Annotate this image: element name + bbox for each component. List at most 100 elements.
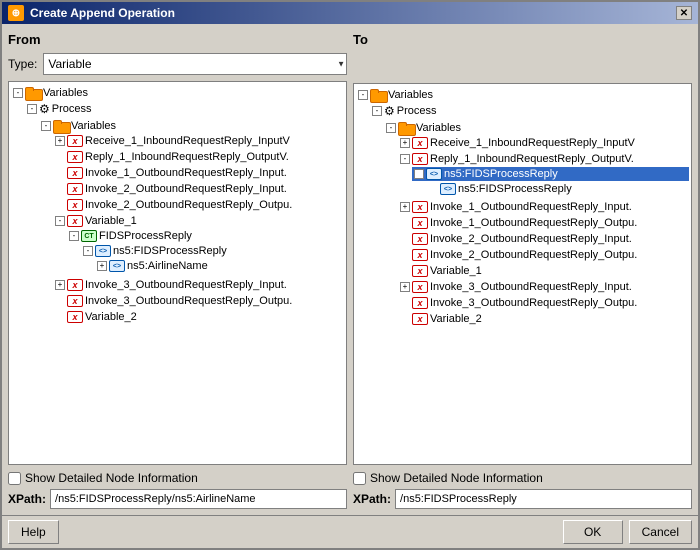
complex-icon: CT [81,230,97,242]
from-tree[interactable]: - Variables - ⚙ Process [8,81,347,465]
to-invoke2-out[interactable]: x Invoke_2_OutboundRequestReply_Outpu. [398,248,689,262]
from-receive1[interactable]: + x Receive_1_InboundRequestReply_InputV [53,134,344,148]
expand-btn[interactable]: - [372,106,382,116]
expand-btn[interactable]: + [400,282,410,292]
folder-icon [370,88,386,101]
from-invoke3-out[interactable]: x Invoke_3_OutboundRequestReply_Outpu. [53,294,344,308]
tree-node: x Invoke_1_OutboundRequestReply_Input. [53,165,344,181]
node-label: ns5:FIDSProcessReply [458,183,572,195]
expand-placeholder [400,298,410,308]
bottom-bar: Help OK Cancel [2,515,698,548]
folder-icon [53,119,69,132]
to-invoke2-in[interactable]: x Invoke_2_OutboundRequestReply_Input. [398,232,689,246]
from-header: From [8,30,347,49]
from-invoke3-in[interactable]: + x Invoke_3_OutboundRequestReply_Input. [53,278,344,292]
expand-btn[interactable]: + [55,280,65,290]
folder-icon [25,86,41,99]
close-button[interactable]: ✕ [676,6,692,20]
expand-btn[interactable]: - [400,154,410,164]
expand-placeholder [55,184,65,194]
to-xpath-input[interactable] [395,489,692,509]
to-variables-root[interactable]: - Variables [356,87,689,102]
expand-btn[interactable]: - [414,169,424,179]
var-icon: x [67,311,83,323]
tree-children: <> ns5:FIDSProcessReply [426,181,689,197]
to-process-node[interactable]: - ⚙ Process [370,103,689,119]
expand-btn[interactable]: - [358,90,368,100]
expand-btn[interactable]: + [400,138,410,148]
from-detail-checkbox[interactable] [8,472,21,485]
from-ns5-fids[interactable]: - <> ns5:FIDSProcessReply [81,244,344,258]
var-icon: x [67,215,83,227]
dialog: ⊕ Create Append Operation ✕ From Type: V… [0,0,700,550]
from-reply1[interactable]: x Reply_1_InboundRequestReply_OutputV. [53,150,344,164]
var-icon: x [412,281,428,293]
var-icon: x [412,217,428,229]
node-label: ns5:FIDSProcessReply [444,168,558,180]
node-label: Invoke_1_OutboundRequestReply_Outpu. [430,217,637,229]
to-variables-folder[interactable]: - Variables [384,120,689,135]
expand-placeholder [400,266,410,276]
to-invoke3-in[interactable]: + x Invoke_3_OutboundRequestReply_Input. [398,280,689,294]
expand-btn[interactable]: + [55,136,65,146]
from-process-node[interactable]: - ⚙ Process [25,101,344,117]
node-label: ns5:FIDSProcessReply [113,245,227,257]
from-fids-process-reply[interactable]: - CT FIDSProcessReply [67,229,344,243]
var-icon: x [412,201,428,213]
to-fids-process-reply-selected[interactable]: - <> ns5:FIDSProcessReply [412,167,689,181]
tree-node: <> ns5:FIDSProcessReply [426,181,689,197]
to-invoke1-in[interactable]: + x Invoke_1_OutboundRequestReply_Input. [398,200,689,214]
dialog-title: Create Append Operation [30,6,175,20]
expand-btn[interactable]: + [400,202,410,212]
help-button[interactable]: Help [8,520,59,544]
from-xpath-input[interactable] [50,489,347,509]
cancel-button[interactable]: Cancel [629,520,692,544]
to-variable1[interactable]: x Variable_1 [398,264,689,278]
type-select-wrapper[interactable]: Variable ▼ [43,53,347,75]
expand-btn[interactable]: - [41,121,51,131]
expand-btn[interactable]: + [97,261,107,271]
from-invoke2-out[interactable]: x Invoke_2_OutboundRequestReply_Outpu. [53,198,344,212]
expand-btn[interactable]: - [386,123,396,133]
expand-btn[interactable]: - [83,246,93,256]
from-invoke1[interactable]: x Invoke_1_OutboundRequestReply_Input. [53,166,344,180]
expand-placeholder [55,296,65,306]
to-invoke3-out[interactable]: x Invoke_3_OutboundRequestReply_Outpu. [398,296,689,310]
node-label: Receive_1_InboundRequestReply_InputV [85,135,290,147]
to-tree[interactable]: - Variables - ⚙ Process [353,83,692,465]
to-detail-label: Show Detailed Node Information [370,471,543,485]
from-invoke2-in[interactable]: x Invoke_2_OutboundRequestReply_Input. [53,182,344,196]
expand-btn[interactable]: - [69,231,79,241]
to-ns5-fids-child[interactable]: <> ns5:FIDSProcessReply [426,182,689,196]
from-airline-name[interactable]: + <> ns5:AirlineName [95,259,344,273]
expand-btn[interactable]: - [55,216,65,226]
tree-node: x Invoke_2_OutboundRequestReply_Outpu. [398,247,689,263]
to-invoke1-out[interactable]: x Invoke_1_OutboundRequestReply_Outpu. [398,216,689,230]
var-icon: x [412,313,428,325]
node-label: Variable_2 [85,311,137,323]
var-icon: x [67,135,83,147]
to-detail-checkbox[interactable] [353,472,366,485]
tree-children: + <> ns5:AirlineName [95,258,344,274]
from-variable2[interactable]: x Variable_2 [53,310,344,324]
folder-icon [398,121,414,134]
dialog-body: From Type: Variable ▼ - [2,24,698,515]
to-variable2[interactable]: x Variable_2 [398,312,689,326]
from-variable1[interactable]: - x Variable_1 [53,214,344,228]
expand-btn[interactable]: - [13,88,23,98]
ok-button[interactable]: OK [563,520,623,544]
tree-children: + x Receive_1_InboundRequestReply_InputV [53,133,344,325]
to-receive1[interactable]: + x Receive_1_InboundRequestReply_InputV [398,136,689,150]
to-reply1[interactable]: - x Reply_1_InboundRequestReply_OutputV. [398,152,689,166]
expand-btn[interactable]: - [27,104,37,114]
node-label: Invoke_3_OutboundRequestReply_Input. [430,281,632,293]
from-variables-folder[interactable]: - Variables [39,118,344,133]
tree-node: - <> ns5:FIDSProcessReply [81,243,344,275]
var-icon: x [412,137,428,149]
from-variables-root[interactable]: - Variables [11,85,344,100]
node-label: Process [397,105,437,117]
tree-node: x Variable_2 [398,311,689,327]
type-select[interactable]: Variable [43,53,347,75]
tree-node: x Invoke_3_OutboundRequestReply_Outpu. [398,295,689,311]
node-label: Invoke_3_OutboundRequestReply_Outpu. [430,297,637,309]
